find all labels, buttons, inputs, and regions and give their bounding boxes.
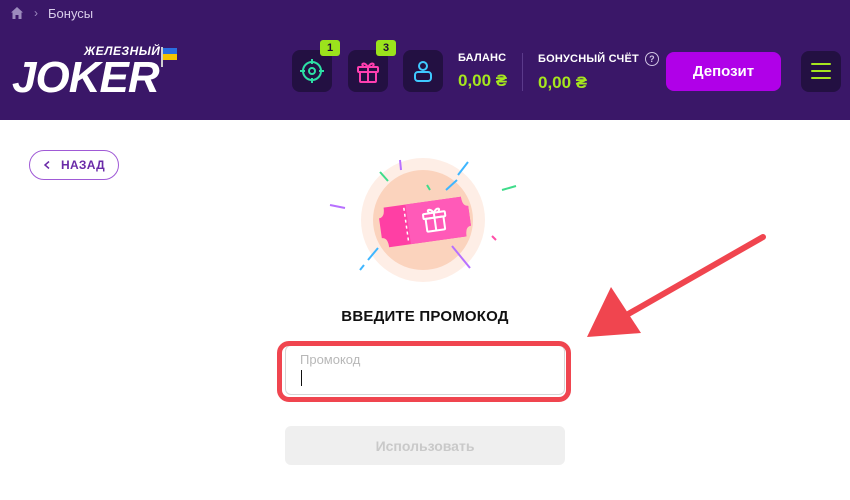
target-icon [300,59,324,83]
text-caret [301,370,302,386]
missions-button[interactable]: 1 [292,40,340,92]
use-promo-button[interactable]: Использовать [285,426,565,465]
profile-button[interactable] [403,50,443,92]
logo[interactable]: ЖЕЛЕЗНЫЙ JOKER [10,42,185,108]
home-icon[interactable] [10,6,24,20]
promo-code-input[interactable]: Промокод [285,345,565,395]
bonus-account: БОНУСНЫЙ СЧЁТ ? 0,00 ₴ [538,52,659,93]
help-icon[interactable]: ? [644,52,659,66]
bonus-label-row: БОНУСНЫЙ СЧЁТ ? [538,52,659,66]
gifts-badge: 3 [376,40,396,56]
breadcrumb-separator: › [34,6,38,20]
menu-icon-line [811,77,831,79]
balance: БАЛАНС 0,00 ₴ [458,52,507,91]
deposit-button[interactable]: Депозит [666,52,781,91]
menu-button[interactable] [801,51,841,92]
chevron-left-icon [43,161,50,169]
balance-label: БАЛАНС [458,52,507,64]
header-divider [522,53,523,91]
breadcrumb-current: Бонусы [48,5,94,21]
balance-value: 0,00 ₴ [458,71,508,90]
menu-icon [811,63,831,65]
promo-ticket-illustration [329,158,517,282]
logo-name: JOKER [12,53,160,102]
back-label: НАЗАД [60,158,105,172]
menu-icon-line [811,70,831,72]
promo-code-placeholder: Промокод [300,352,361,367]
gift-icon [357,62,379,83]
flag-icon [161,47,177,67]
breadcrumb: › Бонусы [0,0,850,26]
pointer-arrow [587,234,766,337]
back-button[interactable]: НАЗАД [29,150,119,180]
missions-badge: 1 [320,40,340,56]
promo-title: ВВЕДИТЕ ПРОМОКОД [341,308,509,325]
bonus-value: 0,00 ₴ [538,73,588,92]
user-icon [414,61,432,82]
bonus-label: БОНУСНЫЙ СЧЁТ [538,53,639,65]
top-header: ЖЕЛЕЗНЫЙ JOKER 1 3 БАЛАНС 0,00 ₴ БОНУСНЫ… [0,26,850,120]
gifts-button[interactable]: 3 [348,40,396,92]
